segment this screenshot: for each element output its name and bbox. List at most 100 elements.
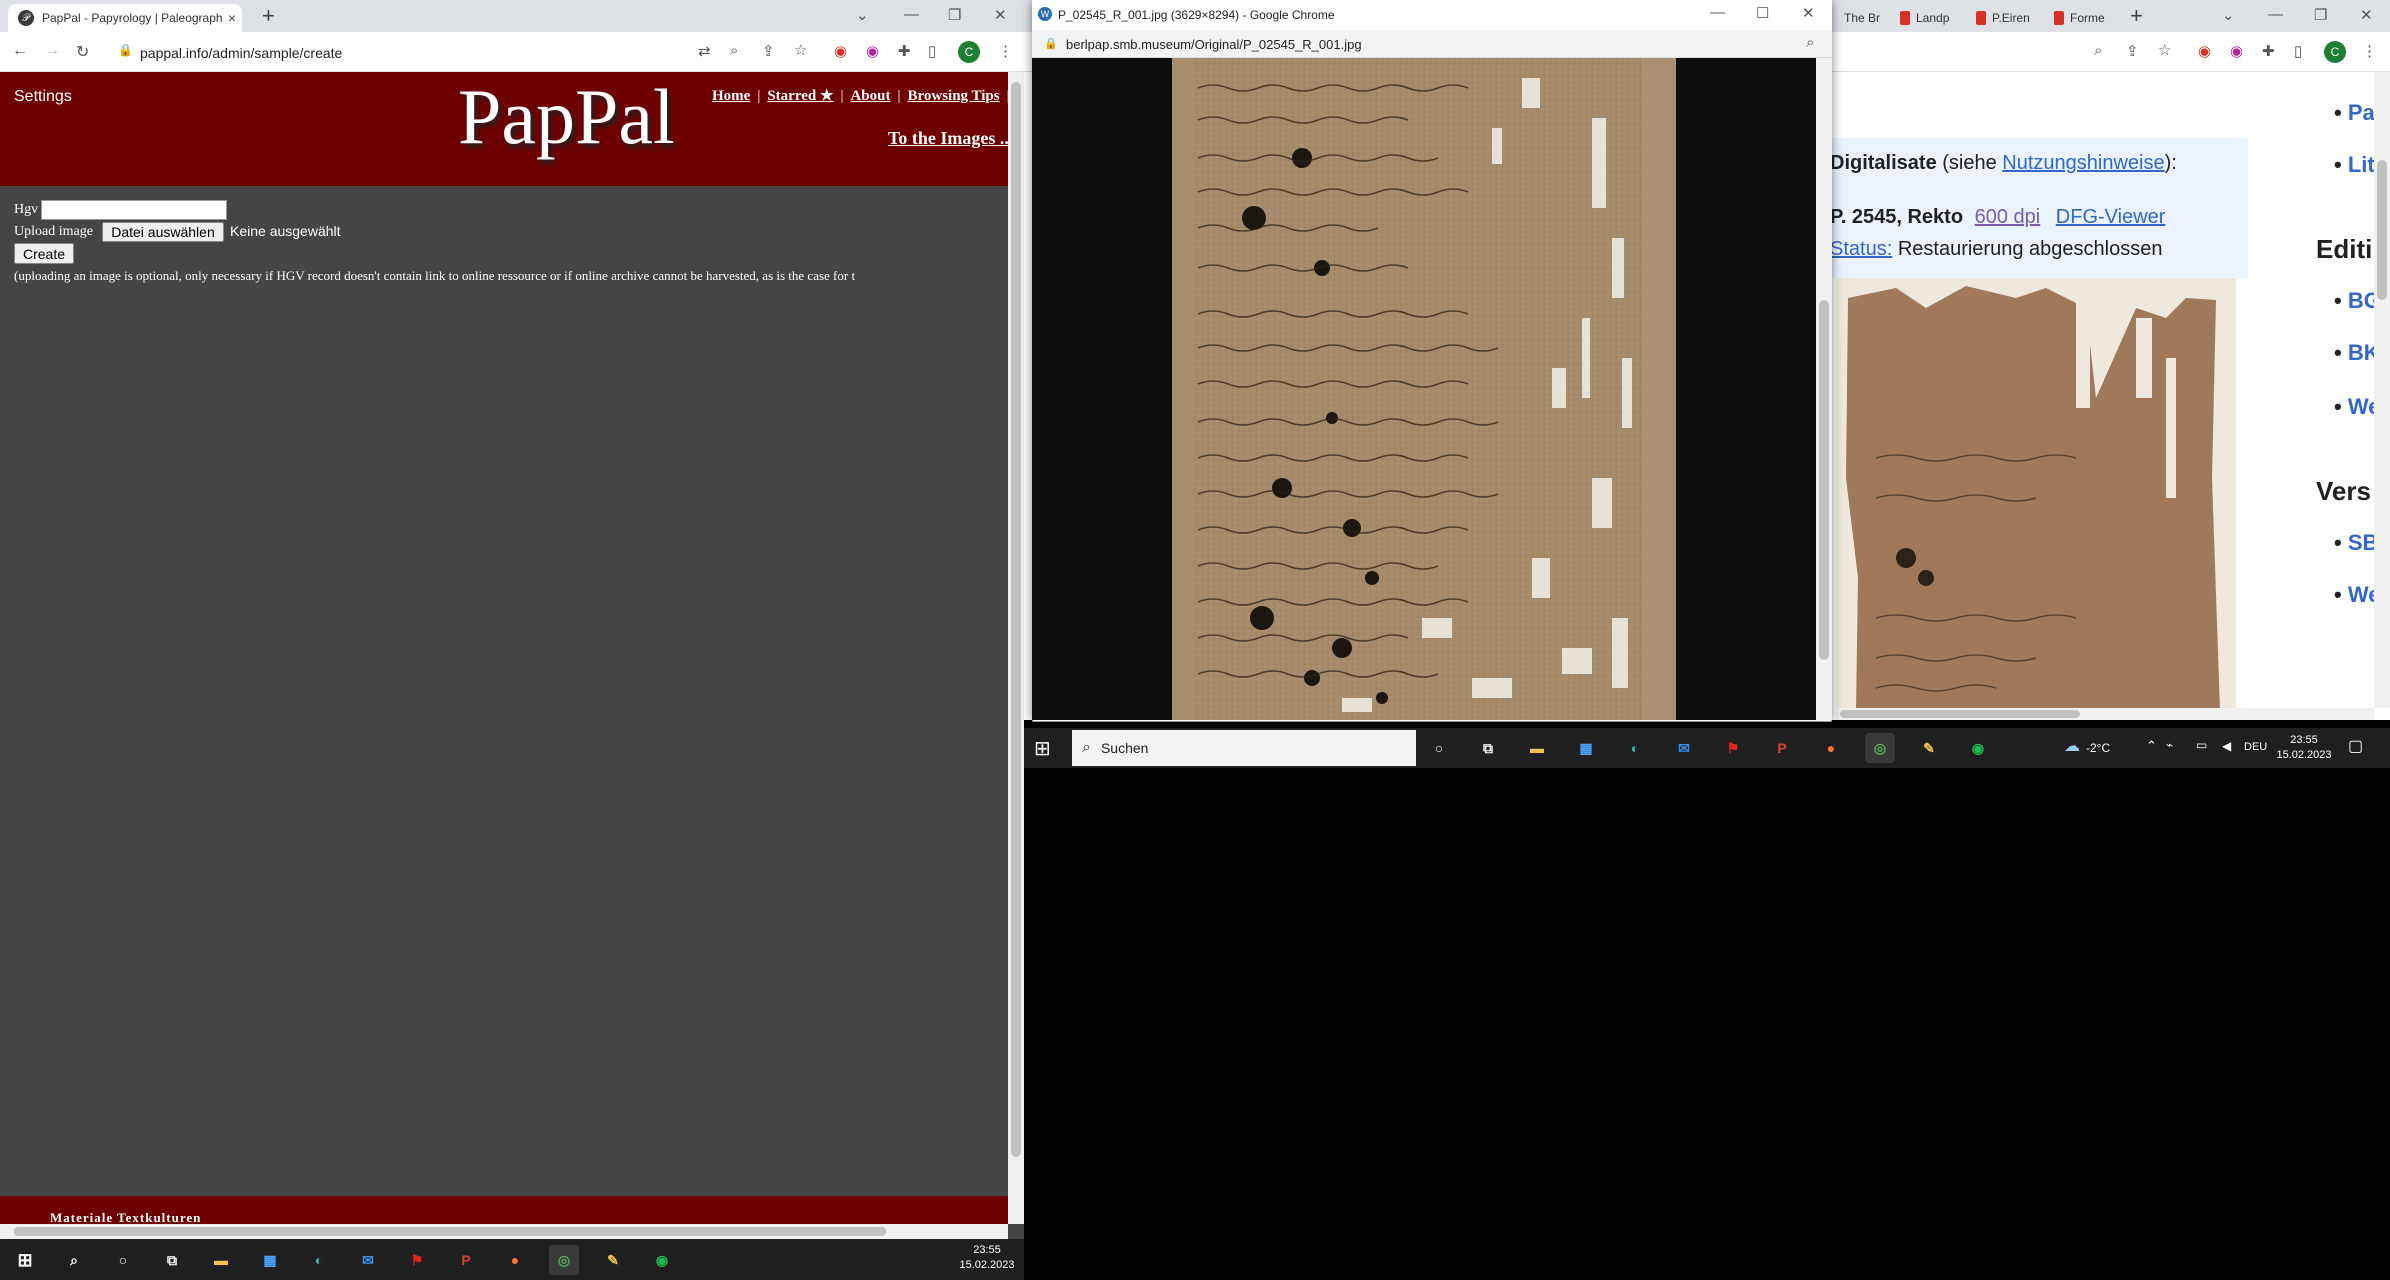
tab-search-chevron-icon[interactable]: ⌄ [856,6,869,24]
tab-search-chevron-icon[interactable]: ⌄ [2222,6,2235,24]
extensions-puzzle-icon[interactable]: ✚ [2262,42,2275,60]
new-tab-button[interactable]: + [2130,5,2143,27]
new-tab-button[interactable]: + [262,5,275,27]
nav-about[interactable]: About [850,88,890,104]
file-choose-button[interactable]: Datei auswählen [102,222,224,242]
close-window-icon[interactable]: ✕ [1802,4,1815,22]
spotify-icon[interactable]: ◉ [647,1245,677,1275]
tab-landp[interactable]: Landp [1900,6,1960,30]
search-icon[interactable]: ⌕ [59,1245,89,1275]
side-link[interactable]: Pa [2348,100,2375,125]
windows-start-icon[interactable]: ⊞ [10,1245,40,1275]
minimize-icon[interactable]: — [1710,4,1725,21]
share-icon[interactable]: ⇪ [762,42,775,60]
battery-icon[interactable]: ▭ [2196,738,2207,752]
restore-icon[interactable]: ❐ [2314,6,2327,24]
close-window-icon[interactable]: ✕ [994,6,1007,24]
lock-icon[interactable]: 🔒 [1044,37,1058,50]
file-explorer-icon[interactable]: ▬ [1522,733,1552,763]
store-icon[interactable]: ▦ [255,1245,285,1275]
back-icon[interactable]: ← [12,42,28,60]
share-icon[interactable]: ⇪ [2126,42,2139,60]
settings-link[interactable]: Settings [14,88,72,106]
taskbar-clock[interactable]: 23:55 15.02.2023 [2274,733,2334,763]
translate-icon[interactable]: ⇄ [698,42,711,60]
tab-the-br[interactable]: The Br [1844,6,1884,30]
language-indicator[interactable]: DEU [2244,741,2267,753]
zoom-icon[interactable]: ⌕ [2094,42,2102,59]
edge-icon[interactable]: ◐ [304,1245,334,1275]
600-dpi-link[interactable]: 600 dpi [1975,206,2041,228]
sidepanel-icon[interactable]: ▯ [2294,42,2302,60]
acrobat-icon[interactable]: ⚑ [402,1245,432,1275]
firefox-icon[interactable]: ● [1816,733,1846,763]
maximize-icon[interactable]: ☐ [1756,4,1769,22]
menu-kebab-icon[interactable]: ⋮ [998,42,1013,60]
close-window-icon[interactable]: ✕ [2360,6,2373,24]
tab-forme[interactable]: Forme [2054,6,2120,30]
cortana-icon[interactable]: ○ [1424,733,1454,763]
nutzungshinweise-link[interactable]: Nutzungshinweise [2002,152,2164,174]
extension-purple-icon[interactable]: ◉ [866,42,879,60]
edge-icon[interactable]: ◐ [1620,733,1650,763]
notes-icon[interactable]: ✎ [598,1245,628,1275]
restore-icon[interactable]: ❐ [948,6,961,24]
papyrus-image[interactable] [1172,58,1676,720]
reload-icon[interactable]: ↻ [76,42,89,62]
weather-icon[interactable]: ☁ [2064,736,2080,756]
left-horizontal-scroll-thumb[interactable] [14,1227,886,1236]
tab-close-icon[interactable]: × [222,10,242,26]
minimize-icon[interactable]: — [2268,6,2283,23]
mail-icon[interactable]: ✉ [1669,733,1699,763]
network-icon[interactable]: ⌁ [2166,738,2173,752]
bookmark-star-icon[interactable]: ☆ [794,41,807,59]
mail-icon[interactable]: ✉ [353,1245,383,1275]
left-vertical-scroll-thumb[interactable] [1011,82,1021,1157]
side-link[interactable]: Lit [2348,152,2375,177]
profile-avatar[interactable]: C [958,41,980,63]
taskbar-search-box[interactable]: ⌕ Suchen [1072,730,1416,766]
chrome-icon[interactable]: ◎ [549,1245,579,1275]
taskbar-clock[interactable]: 23:55 15.02.2023 [952,1243,1022,1273]
forward-icon[interactable]: → [44,42,60,60]
powerpoint-icon[interactable]: P [1767,733,1797,763]
extensions-puzzle-icon[interactable]: ✚ [898,42,911,60]
extension-red-icon[interactable]: ◉ [2198,42,2211,60]
right-horizontal-scroll-thumb[interactable] [1840,710,2080,718]
task-view-icon[interactable]: ⧉ [157,1245,187,1275]
zoom-icon[interactable]: ⌕ [1806,34,1814,51]
pappal-logo[interactable]: PapPal [458,72,675,162]
hgv-input[interactable] [41,200,227,220]
status-link[interactable]: Status: [1830,238,1892,260]
cortana-icon[interactable]: ○ [108,1245,138,1275]
nav-starred[interactable]: Starred ★ [767,88,833,104]
dfg-viewer-link[interactable]: DFG-Viewer [2056,206,2166,228]
minimize-icon[interactable]: — [904,6,919,23]
spotify-icon[interactable]: ◉ [1963,733,1993,763]
tab-pappal[interactable]: 𝒫 PapPal - Papyrology | Paleograph × [8,4,242,32]
tab-peiren[interactable]: P.Eiren [1976,6,2040,30]
volume-icon[interactable]: ◀ [2222,739,2231,753]
address-bar[interactable]: pappal.info/admin/sample/create [140,45,342,61]
chrome-icon[interactable]: ◎ [1865,733,1895,763]
to-the-images-link[interactable]: To the Images ... [888,128,1013,149]
right-vertical-scroll-thumb[interactable] [2377,160,2387,300]
nav-home[interactable]: Home [712,88,750,104]
create-button[interactable]: Create [14,243,74,264]
weather-temp[interactable]: -2°C [2086,741,2110,755]
lock-icon[interactable]: 🔒 [118,43,133,57]
extension-purple-icon[interactable]: ◉ [2230,42,2243,60]
zoom-icon[interactable]: ⌕ [730,42,738,59]
popup-url[interactable]: berlpap.smb.museum/Original/P_02545_R_00… [1066,37,1362,52]
sidepanel-icon[interactable]: ▯ [928,42,936,60]
powerpoint-icon[interactable]: P [451,1245,481,1275]
store-icon[interactable]: ▦ [1571,733,1601,763]
notifications-icon[interactable]: ▢ [2348,736,2363,756]
acrobat-icon[interactable]: ⚑ [1718,733,1748,763]
papyrus-thumbnail-image[interactable] [1836,278,2236,710]
notes-icon[interactable]: ✎ [1914,733,1944,763]
bookmark-star-icon[interactable]: ☆ [2158,41,2171,59]
extension-red-icon[interactable]: ◉ [834,42,847,60]
menu-kebab-icon[interactable]: ⋮ [2362,42,2377,60]
windows-start-icon[interactable]: ⊞ [1034,736,1051,761]
